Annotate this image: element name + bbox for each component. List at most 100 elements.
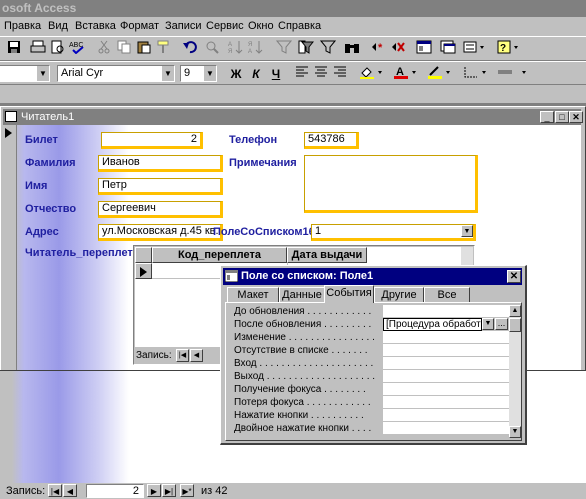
menu-edit[interactable]: Правка bbox=[4, 20, 41, 32]
new-record-icon[interactable]: * bbox=[368, 40, 388, 58]
new-row-selector[interactable] bbox=[135, 263, 152, 279]
chevron-down-icon[interactable]: ▼ bbox=[161, 66, 174, 81]
close-icon[interactable]: ✕ bbox=[569, 111, 583, 123]
bold-button[interactable]: Ж bbox=[226, 65, 246, 83]
telefon-field[interactable]: 543786 bbox=[304, 132, 359, 149]
menu-window[interactable]: Окно bbox=[248, 20, 274, 32]
primechaniya-field[interactable] bbox=[304, 155, 478, 213]
properties-icon[interactable] bbox=[414, 40, 434, 58]
prop-click[interactable]: Нажатие кнопки . . . . . . . . . . bbox=[234, 409, 378, 422]
menu-help[interactable]: Справка bbox=[278, 20, 321, 32]
prop-after-update-value[interactable]: [Процедура обработки bbox=[383, 318, 482, 331]
prop-not-in-list-value[interactable] bbox=[383, 344, 509, 357]
scroll-down-icon[interactable]: ▼ bbox=[509, 426, 521, 438]
combo-field[interactable]: 1 ▼ bbox=[311, 224, 476, 241]
column-header-data[interactable]: Дата выдачи bbox=[287, 247, 367, 263]
prop-got-focus[interactable]: Получение фокуса . . . . . . . . bbox=[234, 383, 378, 396]
prop-dbl-click-value[interactable] bbox=[383, 422, 509, 435]
current-record-field[interactable]: 2 bbox=[86, 484, 144, 498]
imya-field[interactable]: Петр bbox=[98, 178, 223, 195]
special-effect-icon[interactable] bbox=[496, 65, 530, 83]
underline-button[interactable]: Ч bbox=[266, 65, 286, 83]
prop-dbl-click[interactable]: Двойное нажатие кнопки . . . . bbox=[234, 422, 378, 435]
font-combo[interactable]: Arial Cyr ▼ bbox=[57, 65, 175, 82]
adres-field[interactable]: ул.Московская д.45 кв.1 bbox=[98, 224, 223, 241]
tab-all[interactable]: Все bbox=[424, 287, 470, 303]
sort-ascending-icon[interactable]: AЯ bbox=[226, 40, 246, 58]
column-header-kod[interactable]: Код_переплета bbox=[152, 247, 287, 263]
tab-events[interactable]: События bbox=[324, 285, 374, 303]
prop-change-value[interactable] bbox=[383, 331, 509, 344]
font-size-combo[interactable]: 9 ▼ bbox=[180, 65, 217, 82]
prop-exit-value[interactable] bbox=[383, 370, 509, 383]
menu-format[interactable]: Формат bbox=[120, 20, 159, 32]
font-color-icon[interactable]: A bbox=[392, 65, 420, 83]
prop-enter-value[interactable] bbox=[383, 357, 509, 370]
find-object-icon[interactable] bbox=[202, 40, 222, 58]
new-record-nav-icon[interactable]: ▶* bbox=[180, 484, 194, 497]
prop-before-update[interactable]: До обновления . . . . . . . . . . . . bbox=[234, 305, 378, 318]
first-record-icon[interactable]: |◀ bbox=[48, 484, 62, 497]
menu-view[interactable]: Вид bbox=[48, 20, 68, 32]
chevron-down-icon[interactable]: ▼ bbox=[36, 66, 49, 81]
align-left-icon[interactable] bbox=[292, 65, 312, 83]
otchestvo-field[interactable]: Сергеевич bbox=[98, 201, 223, 218]
prop-after-update[interactable]: После обновления . . . . . . . . . bbox=[234, 318, 378, 331]
prop-before-update-value[interactable] bbox=[383, 305, 509, 318]
filter-by-form-icon[interactable] bbox=[296, 40, 316, 58]
undo-icon[interactable] bbox=[180, 40, 200, 58]
menu-tools[interactable]: Сервис bbox=[206, 20, 244, 32]
prop-change[interactable]: Изменение . . . . . . . . . . . . . . . … bbox=[234, 331, 378, 344]
first-record-icon[interactable]: |◀ bbox=[176, 349, 189, 362]
prev-record-icon[interactable]: ◀ bbox=[63, 484, 77, 497]
database-window-icon[interactable] bbox=[438, 40, 458, 58]
bilet-field[interactable]: 2 bbox=[101, 132, 203, 149]
object-combo[interactable]: ▼ bbox=[0, 65, 50, 82]
property-list-vscroll[interactable]: ▲ ▼ bbox=[509, 305, 521, 438]
chevron-down-icon[interactable]: ▼ bbox=[482, 318, 494, 330]
save-icon[interactable] bbox=[4, 40, 24, 58]
align-right-icon[interactable] bbox=[330, 65, 350, 83]
tab-layout[interactable]: Макет bbox=[227, 287, 279, 303]
border-width-icon[interactable] bbox=[462, 65, 490, 83]
align-center-icon[interactable] bbox=[311, 65, 331, 83]
spelling-icon[interactable]: ABC bbox=[68, 40, 88, 58]
help-icon[interactable]: ? bbox=[496, 40, 522, 58]
menu-records[interactable]: Записи bbox=[165, 20, 202, 32]
format-painter-icon[interactable] bbox=[154, 40, 174, 58]
paste-icon[interactable] bbox=[134, 40, 154, 58]
italic-button[interactable]: К bbox=[246, 65, 266, 83]
find-binoculars-icon[interactable] bbox=[342, 40, 362, 58]
chevron-down-icon[interactable]: ▼ bbox=[461, 225, 473, 237]
maximize-icon[interactable]: □ bbox=[555, 111, 569, 123]
form-icon[interactable] bbox=[5, 111, 17, 122]
last-record-icon[interactable]: ▶| bbox=[162, 484, 176, 497]
sort-descending-icon[interactable]: ЯA bbox=[246, 40, 266, 58]
apply-filter-icon[interactable] bbox=[318, 40, 338, 58]
prop-not-in-list[interactable]: Отсутствие в списке . . . . . . . bbox=[234, 344, 378, 357]
cut-icon[interactable] bbox=[94, 40, 114, 58]
prop-click-value[interactable] bbox=[383, 409, 509, 422]
scroll-thumb[interactable] bbox=[509, 318, 521, 332]
prop-enter[interactable]: Вход . . . . . . . . . . . . . . . . . .… bbox=[234, 357, 378, 370]
prop-lost-focus[interactable]: Потеря фокуса . . . . . . . . . . . . bbox=[234, 396, 378, 409]
prop-exit[interactable]: Выход . . . . . . . . . . . . . . . . . … bbox=[234, 370, 378, 383]
familiya-field[interactable]: Иванов bbox=[98, 155, 223, 172]
print-icon[interactable] bbox=[28, 40, 48, 58]
delete-record-icon[interactable] bbox=[388, 40, 408, 58]
prop-got-focus-value[interactable] bbox=[383, 383, 509, 396]
minimize-icon[interactable]: _ bbox=[540, 111, 554, 123]
builder-button[interactable]: ... bbox=[495, 318, 508, 330]
chevron-down-icon[interactable]: ▼ bbox=[203, 66, 216, 81]
close-icon[interactable]: ✕ bbox=[507, 270, 521, 283]
tab-other[interactable]: Другие bbox=[374, 287, 424, 303]
prop-lost-focus-value[interactable] bbox=[383, 396, 509, 409]
tab-data[interactable]: Данные bbox=[279, 287, 325, 303]
copy-icon[interactable] bbox=[114, 40, 134, 58]
prev-record-icon[interactable]: ◀ bbox=[190, 349, 203, 362]
print-preview-icon[interactable] bbox=[48, 40, 68, 58]
new-object-icon[interactable] bbox=[462, 40, 488, 58]
fill-color-icon[interactable] bbox=[358, 65, 386, 83]
next-record-icon[interactable]: ▶ bbox=[147, 484, 161, 497]
filter-by-selection-icon[interactable] bbox=[274, 40, 294, 58]
